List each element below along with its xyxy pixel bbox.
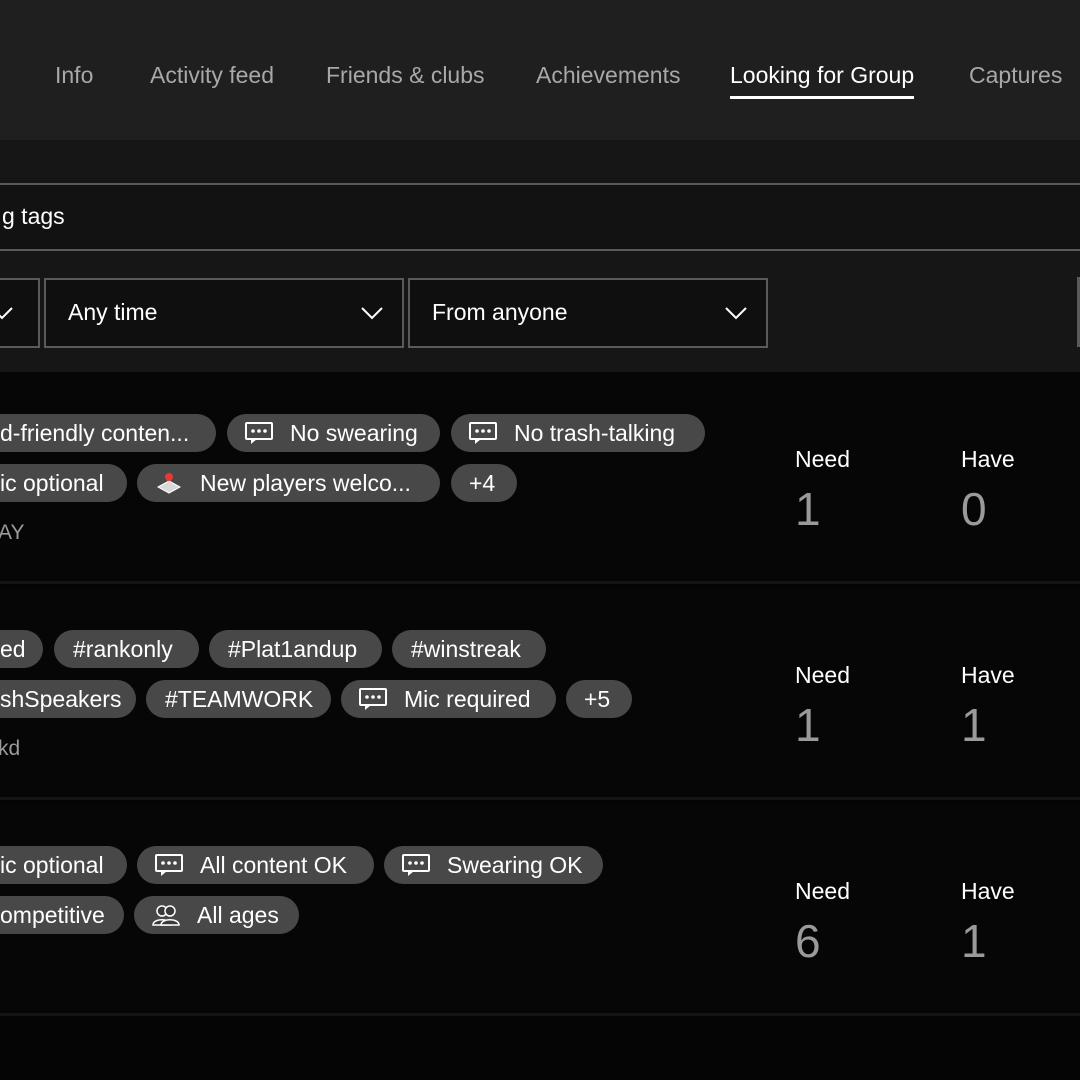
tag-chip[interactable]: New players welco... <box>137 464 440 502</box>
have-count: 0 <box>961 483 987 535</box>
time-filter-dropdown[interactable]: Any time <box>44 278 404 348</box>
have-count: 1 <box>961 915 987 967</box>
chat-bubble-icon <box>402 854 430 876</box>
tag-chip[interactable]: shSpeakers <box>0 680 136 718</box>
have-label: Have <box>961 662 1015 688</box>
tag-chip[interactable]: #TEAMWORK <box>146 680 331 718</box>
filter-dropdown-first[interactable] <box>0 278 40 348</box>
lfg-post[interactable]: ic optional All content OK Swearing OK o… <box>0 804 1080 1016</box>
chat-bubble-icon <box>469 422 497 444</box>
tag-search-input[interactable]: g tags <box>0 183 1080 251</box>
tag-chip[interactable]: Swearing OK <box>384 846 603 884</box>
post-subtitle: AY <box>0 521 25 544</box>
have-count: 1 <box>961 699 987 751</box>
tag-chip[interactable]: ed <box>0 630 43 668</box>
need-label: Need <box>795 446 850 472</box>
tag-chip[interactable]: #rankonly <box>54 630 199 668</box>
tag-chip[interactable]: All content OK <box>137 846 374 884</box>
tab-achievements[interactable]: Achievements <box>536 60 680 90</box>
tab-activity-feed[interactable]: Activity feed <box>150 60 274 90</box>
chevron-down-icon <box>361 307 383 320</box>
need-count: 6 <box>795 915 821 967</box>
tag-chip[interactable]: d-friendly conten... <box>0 414 216 452</box>
tab-captures[interactable]: Captures <box>969 60 1062 90</box>
post-subtitle: kd <box>0 737 21 760</box>
tag-chip[interactable]: ompetitive <box>0 896 124 934</box>
need-label: Need <box>795 662 850 688</box>
chevron-down-icon <box>725 307 747 320</box>
lfg-post[interactable]: d-friendly conten... No swearing No tras… <box>0 372 1080 584</box>
chat-bubble-icon <box>245 422 273 444</box>
from-filter-dropdown[interactable]: From anyone <box>408 278 768 348</box>
more-tags-chip[interactable]: +5 <box>566 680 632 718</box>
time-filter-label: Any time <box>68 299 158 325</box>
have-label: Have <box>961 446 1015 472</box>
tag-chip[interactable]: No trash-talking <box>451 414 705 452</box>
search-input-text: g tags <box>2 203 65 229</box>
chat-bubble-icon <box>359 688 387 710</box>
tag-chip[interactable]: ic optional <box>0 846 127 884</box>
people-icon <box>152 905 180 926</box>
from-filter-label: From anyone <box>432 299 568 325</box>
joystick-icon <box>156 473 182 494</box>
tag-chip[interactable]: Mic required <box>341 680 556 718</box>
chat-bubble-icon <box>155 854 183 876</box>
tag-chip[interactable]: ic optional <box>0 464 127 502</box>
top-navigation-bar: Info Activity feed Friends & clubs Achie… <box>0 0 1080 140</box>
more-tags-chip[interactable]: +4 <box>451 464 517 502</box>
tag-chip[interactable]: All ages <box>134 896 299 934</box>
tab-friends-clubs[interactable]: Friends & clubs <box>326 60 485 90</box>
tag-chip[interactable]: #Plat1andup <box>209 630 382 668</box>
tag-chip[interactable]: No swearing <box>227 414 440 452</box>
have-label: Have <box>961 878 1015 904</box>
chevron-down-icon <box>0 307 13 320</box>
tag-chip[interactable]: #winstreak <box>392 630 546 668</box>
tab-looking-for-group[interactable]: Looking for Group <box>730 60 915 99</box>
need-count: 1 <box>795 699 821 751</box>
tab-info[interactable]: Info <box>55 60 93 90</box>
need-count: 1 <box>795 483 821 535</box>
lfg-post[interactable]: ed #rankonly #Plat1andup #winstreak shSp… <box>0 588 1080 800</box>
need-label: Need <box>795 878 850 904</box>
